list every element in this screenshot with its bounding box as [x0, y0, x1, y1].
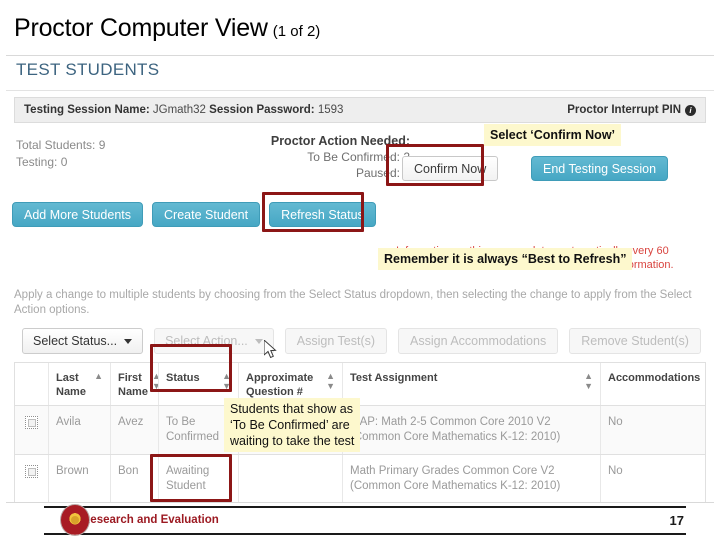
sort-icon[interactable]: [584, 371, 593, 391]
sort-icon[interactable]: [704, 371, 705, 391]
cell-first-name: Avez: [111, 406, 159, 454]
confirm-now-button[interactable]: Confirm Now: [402, 156, 499, 181]
section-title: TEST STUDENTS: [16, 60, 160, 79]
sort-icon[interactable]: [222, 371, 231, 391]
cell-last-name: Avila: [49, 406, 111, 454]
callout-select-confirm-now: Select ‘Confirm Now’: [484, 124, 622, 146]
proctor-action-needed-label: Proctor Action Needed:: [270, 134, 410, 148]
sort-icon[interactable]: [326, 371, 335, 391]
app-header: TEST STUDENTS: [6, 56, 714, 88]
checkbox-icon[interactable]: [25, 416, 38, 429]
cell-approximate-question: [239, 455, 343, 502]
footer-rule-bottom: [44, 533, 686, 535]
assign-accommodations-button[interactable]: Assign Accommodations: [398, 328, 559, 354]
row-checkbox-cell[interactable]: [15, 406, 49, 454]
session-info-left: Testing Session Name: JGmath32 Session P…: [24, 104, 567, 116]
student-counts: Total Students: 9 Testing: 0: [16, 137, 105, 171]
column-label: Test Assignment: [350, 372, 438, 384]
select-status-label: Select Status...: [33, 334, 118, 348]
footer-label: Research and Evaluation: [82, 514, 219, 526]
column-header-last-name[interactable]: Last Name: [49, 363, 111, 405]
column-label: Status: [166, 372, 200, 384]
cell-last-name: Brown: [49, 455, 111, 502]
column-label: First Name: [118, 372, 148, 398]
header-divider: [6, 90, 714, 91]
sort-icon[interactable]: [152, 371, 158, 391]
session-info-bar: Testing Session Name: JGmath32 Session P…: [14, 97, 706, 123]
bulk-action-toolbar: Select Status... Select Action... Assign…: [22, 328, 701, 354]
select-status-dropdown[interactable]: Select Status...: [22, 328, 144, 354]
column-label: Last Name: [56, 372, 86, 398]
proctor-pin-group[interactable]: Proctor Interrupt PIN i: [567, 104, 696, 116]
cell-first-name: Bon: [111, 455, 159, 502]
callout-best-to-refresh: Remember it is always “Best to Refresh”: [378, 248, 633, 270]
page-title: Proctor Computer View (1 of 2): [14, 14, 320, 43]
page-title-subtitle: (1 of 2): [272, 23, 321, 40]
page-number: 17: [669, 512, 684, 528]
mouse-cursor-icon: [264, 340, 277, 359]
footer-body: Research and Evaluation 17: [44, 504, 686, 536]
paused-count: Paused: 0: [355, 166, 410, 180]
session-name-label: Testing Session Name:: [24, 104, 150, 116]
testing-count: Testing: 0: [16, 155, 68, 169]
select-all-checkbox-cell[interactable]: [15, 363, 49, 405]
column-label: Accommodations: [608, 372, 701, 384]
info-icon[interactable]: i: [685, 104, 696, 116]
end-testing-session-button[interactable]: End Testing Session: [531, 156, 669, 181]
column-label: Approximate Question #: [246, 372, 314, 398]
row-checkbox-cell[interactable]: [15, 455, 49, 502]
create-student-button[interactable]: Create Student: [152, 202, 261, 227]
to-be-confirmed-count: To Be Confirmed: 2: [307, 150, 410, 164]
sort-asc-icon[interactable]: [94, 371, 103, 381]
page-title-main: Proctor Computer View: [14, 14, 268, 42]
apply-change-instructions: Apply a change to multiple students by c…: [14, 289, 692, 316]
cell-test-assignment: Math Primary Grades Common Core V2 (Comm…: [343, 455, 601, 502]
session-password-value: 1593: [317, 104, 344, 116]
session-name-value: JGmath32: [152, 104, 206, 116]
callout-to-be-confirmed-explanation: Students that show as ‘To Be Confirmed’ …: [224, 398, 361, 452]
proctor-action-needed: Proctor Action Needed: To Be Confirmed: …: [220, 133, 410, 181]
add-more-students-button[interactable]: Add More Students: [12, 202, 144, 227]
chevron-down-icon: [254, 338, 263, 344]
chevron-down-icon: [124, 338, 133, 344]
assign-tests-button[interactable]: Assign Test(s): [284, 328, 388, 354]
select-action-dropdown[interactable]: Select Action...: [154, 328, 274, 354]
cell-status: Awaiting Student: [159, 455, 239, 502]
column-header-accommodations[interactable]: Accommodations: [601, 363, 705, 405]
table-row[interactable]: Brown Bon Awaiting Student Math Primary …: [15, 455, 705, 502]
footer: Research and Evaluation 17: [44, 504, 686, 536]
university-seal-icon: [60, 504, 90, 536]
refresh-status-button[interactable]: Refresh Status: [269, 202, 376, 227]
cell-accommodations: No: [608, 416, 623, 428]
column-header-test-assignment[interactable]: Test Assignment: [343, 363, 601, 405]
proctor-pin-label: Proctor Interrupt PIN: [567, 104, 681, 116]
select-action-label: Select Action...: [165, 334, 248, 348]
remove-students-button[interactable]: Remove Student(s): [569, 328, 701, 354]
checkbox-icon[interactable]: [25, 465, 38, 478]
primary-action-buttons: Add More Students Create Student Refresh…: [12, 202, 376, 227]
cell-accommodations: No: [608, 465, 623, 477]
column-header-first-name[interactable]: First Name: [111, 363, 159, 405]
total-students-count: Total Students: 9: [16, 138, 106, 152]
cell-test-assignment: MAP: Math 2-5 Common Core 2010 V2 (Commo…: [343, 406, 601, 454]
session-password-label: Session Password:: [209, 104, 315, 116]
